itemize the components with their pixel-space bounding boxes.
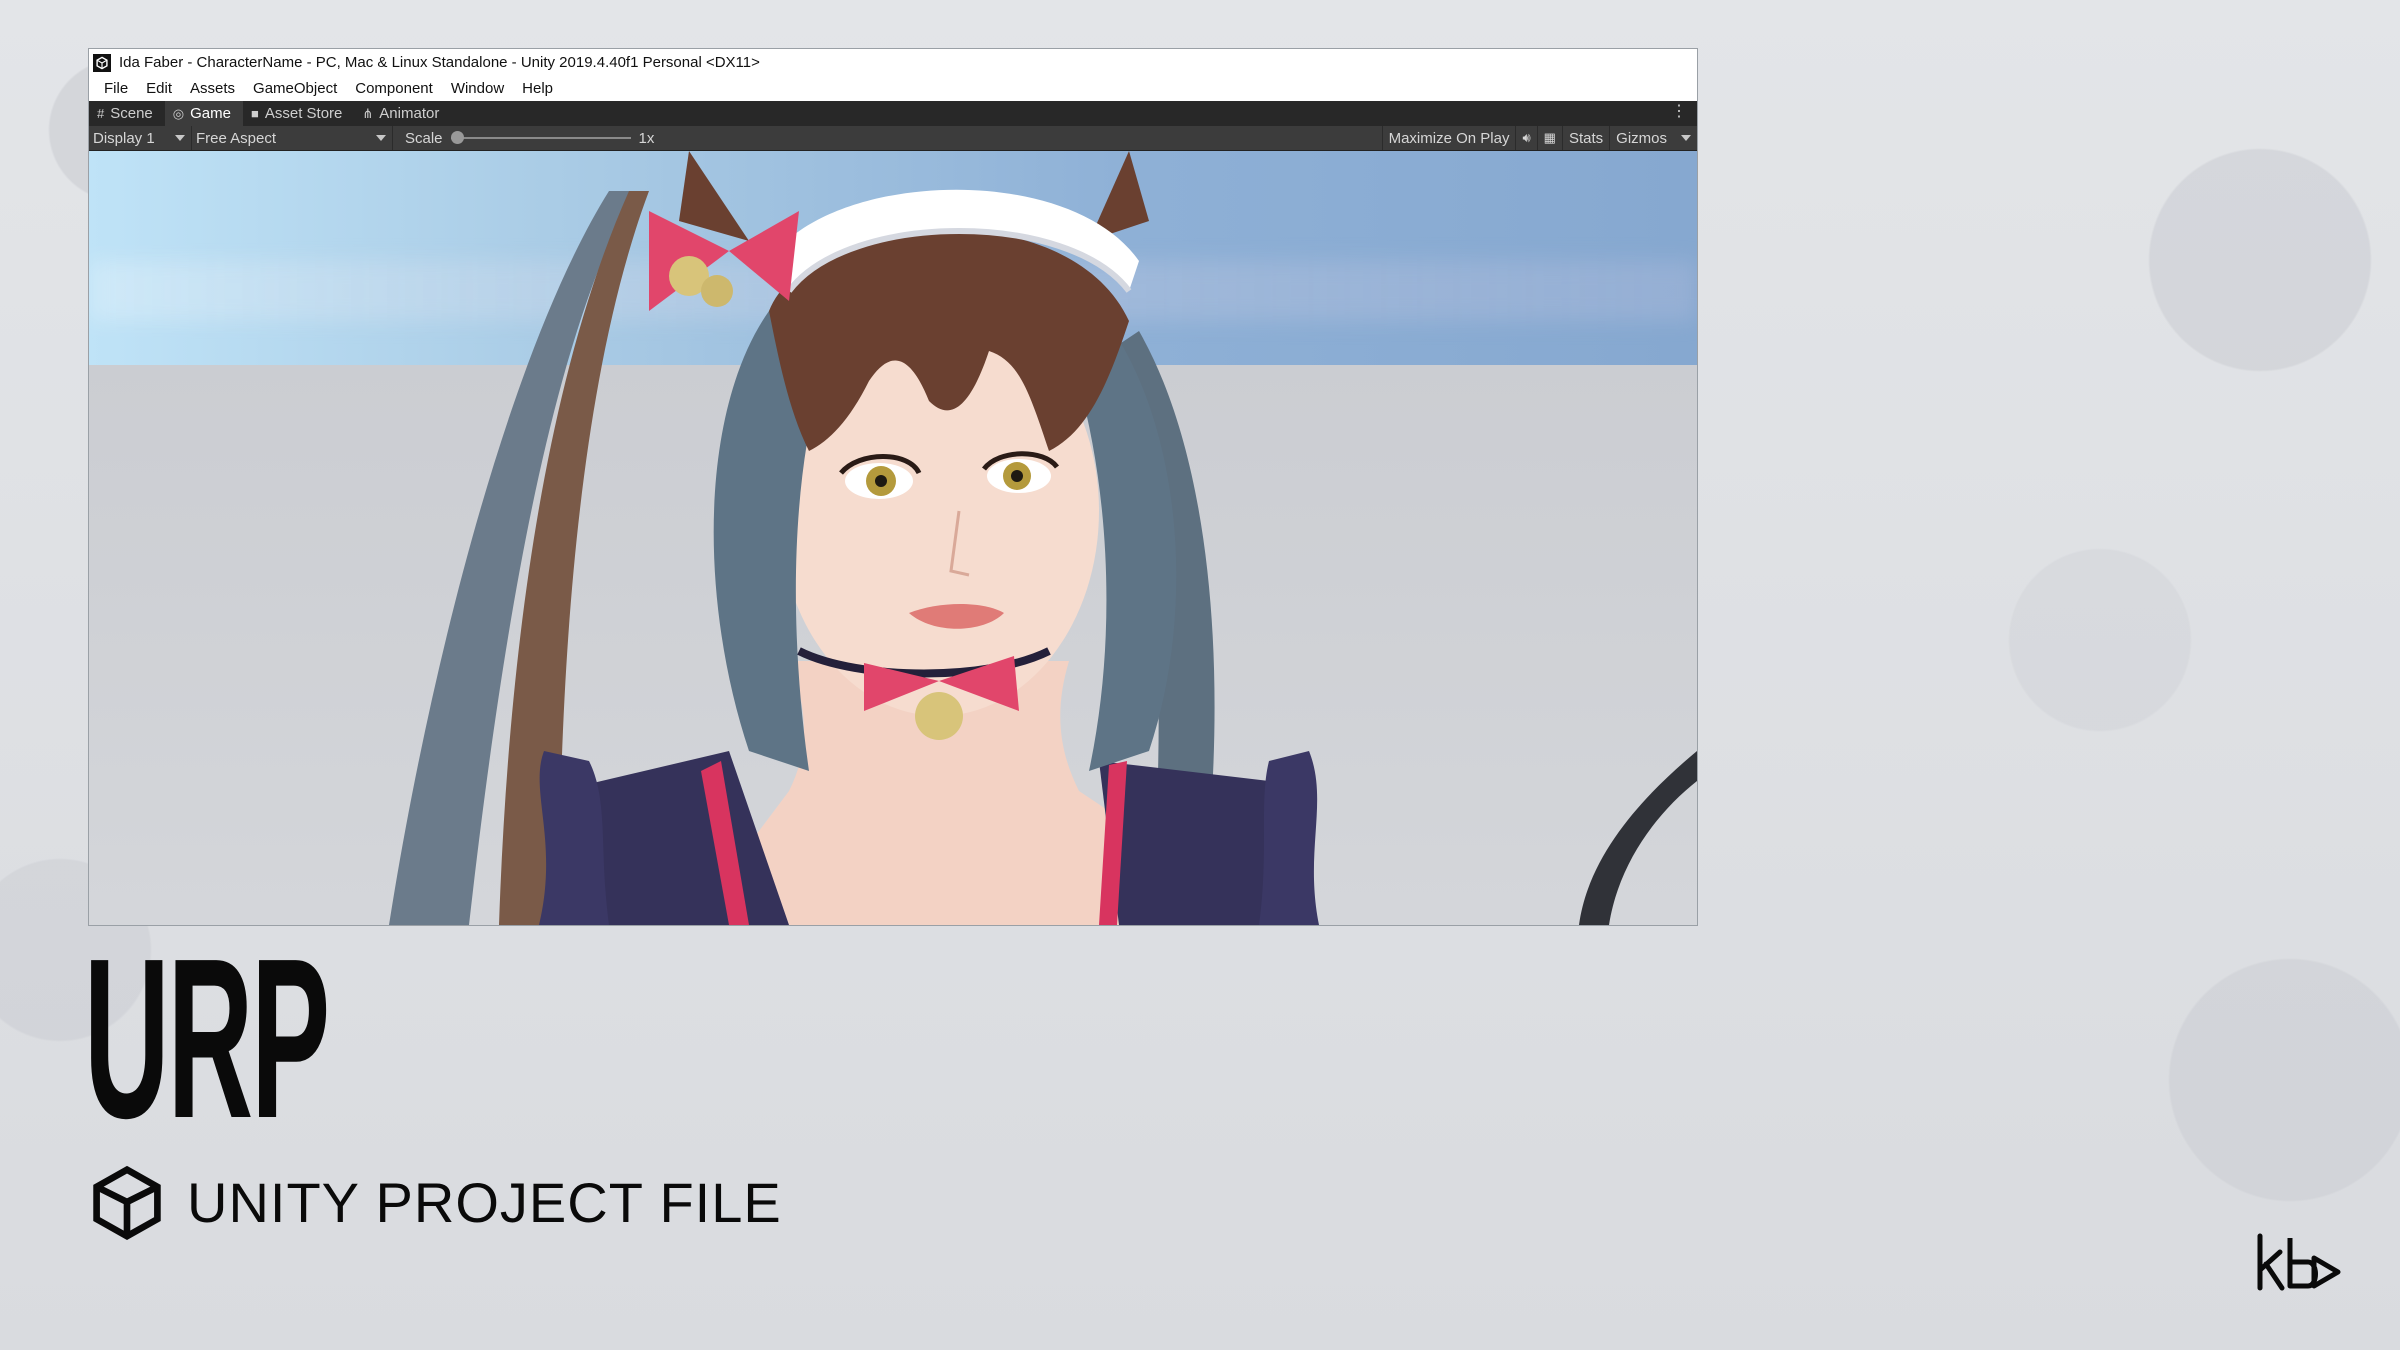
aspect-value: Free Aspect	[196, 129, 277, 147]
gizmos-label: Gizmos	[1616, 129, 1667, 147]
stats-label: Stats	[1568, 129, 1604, 147]
speaker-icon: 🔊︎	[1522, 130, 1531, 145]
more-options-icon[interactable]: ⋮	[1671, 104, 1687, 120]
menu-bar: File Edit Assets GameObject Component Wi…	[89, 76, 1697, 101]
unity-logo-icon	[93, 53, 111, 72]
tab-scene[interactable]: # Scene	[89, 101, 165, 126]
display-dropdown[interactable]: Display 1	[89, 126, 192, 150]
scale-slider[interactable]	[450, 131, 631, 144]
tab-label: Animator	[379, 105, 440, 122]
keyboard-icon: ▦	[1543, 130, 1556, 145]
tab-label: Asset Store	[264, 105, 343, 122]
shortcuts-button[interactable]: ▦	[1536, 126, 1562, 150]
tab-bar: # Scene ◎ Game ■ Asset Store ⋔ Animator …	[89, 101, 1697, 126]
scale-label: Scale	[405, 129, 443, 147]
menu-edit[interactable]: Edit	[137, 80, 181, 97]
game-view-viewport[interactable]	[89, 151, 1697, 925]
gizmos-button[interactable]: Gizmos	[1609, 126, 1697, 150]
character-render	[389, 151, 1697, 925]
display-value: Display 1	[93, 129, 155, 147]
bag-icon: ■	[250, 106, 259, 121]
slide-title: URP	[84, 912, 330, 1166]
maximize-on-play-button[interactable]: Maximize On Play	[1381, 126, 1516, 150]
toolbar-right: Maximize On Play 🔊︎ ▦ Stats Gizmos	[1381, 126, 1697, 150]
game-toolbar: Display 1 Free Aspect Scale 1x Maximize …	[89, 126, 1697, 151]
stats-button[interactable]: Stats	[1561, 126, 1609, 150]
menu-help[interactable]: Help	[513, 80, 562, 97]
unity-logo-icon	[89, 1164, 165, 1240]
window-title: Ida Faber - CharacterName - PC, Mac & Li…	[119, 54, 760, 71]
scale-control: Scale 1x	[405, 130, 654, 147]
menu-window[interactable]: Window	[442, 80, 513, 97]
brand-logo	[2256, 1232, 2342, 1292]
animator-icon: ⋔	[362, 106, 374, 121]
title-bar: Ida Faber - CharacterName - PC, Mac & Li…	[89, 49, 1697, 76]
menu-component[interactable]: Component	[346, 80, 442, 97]
mute-audio-button[interactable]: 🔊︎	[1515, 126, 1536, 150]
tab-label: Scene	[110, 105, 153, 122]
maximize-label: Maximize On Play	[1388, 129, 1510, 147]
gamepad-icon: ◎	[172, 106, 185, 121]
project-caption: UNITY PROJECT FILE	[89, 1164, 782, 1240]
scale-slider-handle[interactable]	[450, 131, 464, 144]
menu-gameobject[interactable]: GameObject	[244, 80, 346, 97]
aspect-dropdown[interactable]: Free Aspect	[192, 126, 393, 150]
unity-editor-window: Ida Faber - CharacterName - PC, Mac & Li…	[89, 49, 1697, 925]
tab-animator[interactable]: ⋔ Animator	[354, 101, 451, 126]
scale-value: 1x	[638, 129, 655, 147]
slide-subtitle: UNITY PROJECT FILE	[187, 1170, 782, 1234]
chevron-down-icon	[175, 135, 185, 141]
grid-icon: #	[97, 106, 105, 121]
chevron-down-icon	[376, 135, 386, 141]
menu-file[interactable]: File	[95, 80, 137, 97]
menu-assets[interactable]: Assets	[181, 80, 244, 97]
tab-game[interactable]: ◎ Game	[164, 101, 243, 126]
tab-label: Game	[190, 105, 231, 122]
chevron-down-icon	[1681, 135, 1691, 141]
tab-asset-store[interactable]: ■ Asset Store	[243, 101, 354, 126]
